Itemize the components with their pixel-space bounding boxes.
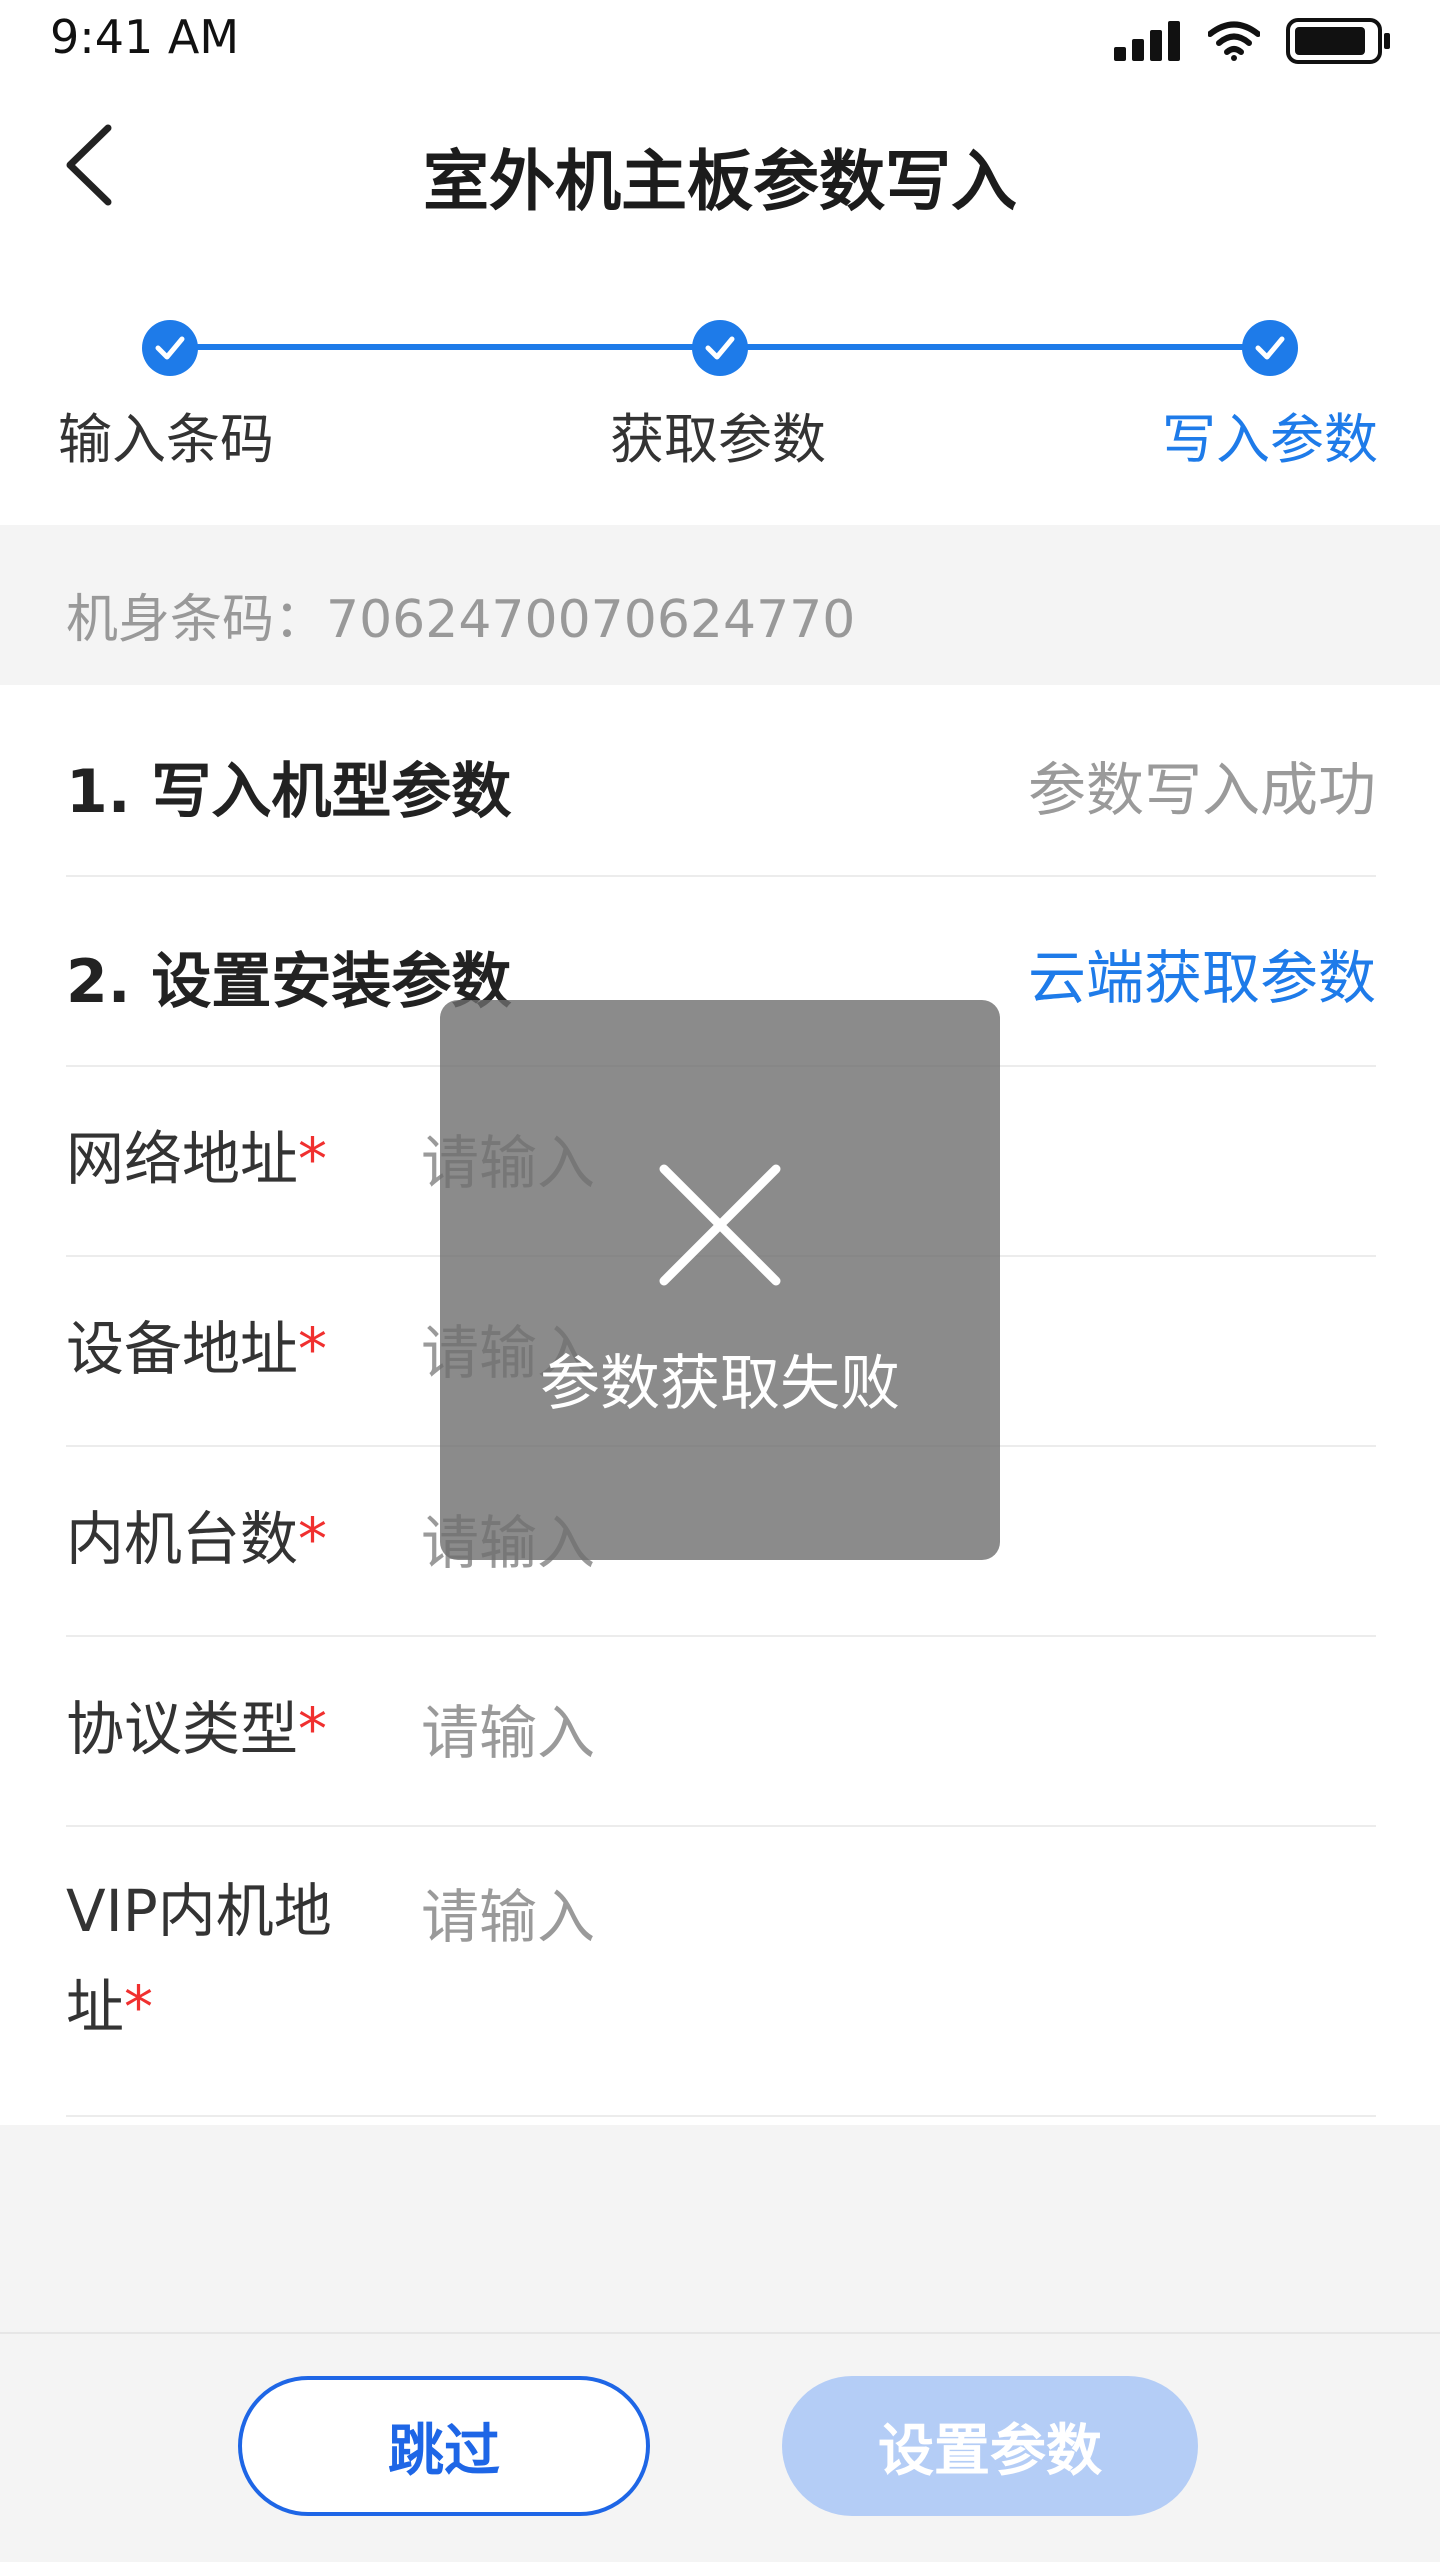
step-connector xyxy=(170,344,720,350)
field-label: 协议类型* xyxy=(66,1695,328,1763)
required-mark: * xyxy=(298,1315,328,1383)
barcode-row: 机身条码：7062470070624770 xyxy=(0,525,1440,685)
section-write-model-params: 1. 写入机型参数 参数写入成功 xyxy=(66,685,1376,877)
set-params-button[interactable]: 设置参数 xyxy=(782,2376,1198,2516)
battery-icon xyxy=(1286,18,1390,64)
stepper: 输入条码 获取参数 写入参数 xyxy=(0,260,1440,525)
field-vip-indoor-address: VIP内机地 址* xyxy=(66,1825,1376,2117)
wifi-icon xyxy=(1208,21,1260,61)
write-status-text: 参数写入成功 xyxy=(1027,756,1376,824)
status-time: 9:41 AM xyxy=(50,10,240,64)
required-mark: * xyxy=(298,1695,328,1763)
barcode-text: 机身条码：7062470070624770 xyxy=(66,590,856,650)
field-label: 设备地址* xyxy=(66,1315,328,1383)
step-3-check-icon xyxy=(1242,320,1298,376)
step-label-input-barcode: 输入条码 xyxy=(58,408,274,471)
field-label: 网络地址* xyxy=(66,1125,328,1193)
field-label: 内机台数* xyxy=(66,1505,328,1573)
field-protocol-type: 协议类型* xyxy=(66,1635,1376,1827)
step-1-check-icon xyxy=(142,320,198,376)
step-connector xyxy=(720,344,1270,350)
required-mark: * xyxy=(298,1505,328,1573)
status-bar: 9:41 AM xyxy=(0,0,1440,80)
step-label-write-params: 写入参数 xyxy=(1162,408,1378,471)
bottom-bar: 跳过 设置参数 xyxy=(0,2332,1440,2562)
toast-message: 参数获取失败 xyxy=(540,1349,900,1419)
close-icon xyxy=(659,1164,781,1286)
step-2-check-icon xyxy=(692,320,748,376)
protocol-type-input[interactable] xyxy=(421,1699,1321,1767)
field-label: VIP内机地 址* xyxy=(66,1877,332,2041)
vip-indoor-address-input[interactable] xyxy=(421,1883,1321,1951)
cloud-get-params-link[interactable]: 云端获取参数 xyxy=(1028,931,1376,1015)
required-mark: * xyxy=(124,1973,154,2041)
page-title: 室外机主板参数写入 xyxy=(423,143,1017,220)
section-title: 1. 写入机型参数 xyxy=(66,757,512,827)
required-mark: * xyxy=(298,1125,328,1193)
navbar: 室外机主板参数写入 xyxy=(0,80,1440,260)
status-icons xyxy=(1114,18,1392,64)
skip-button[interactable]: 跳过 xyxy=(238,2376,650,2516)
step-label-get-params: 获取参数 xyxy=(610,408,826,471)
error-toast: 参数获取失败 xyxy=(440,1000,1000,1560)
signal-icon xyxy=(1114,21,1180,61)
